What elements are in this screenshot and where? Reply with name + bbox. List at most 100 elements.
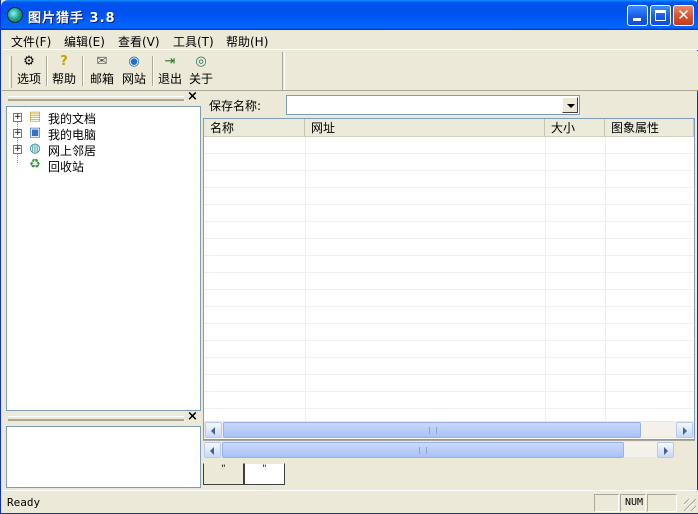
tree-item-my-documents[interactable]: + ▤ 我的文档 <box>7 109 187 126</box>
scroll-thumb[interactable] <box>222 442 624 458</box>
folder-tree[interactable]: + ▤ 我的文档 + ▣ 我的电脑 + ◍ 网上邻居 ♻ 回收站 <box>6 106 201 411</box>
image-list-pane: 保存名称: 名称 网址 大小 图象属性 <box>203 93 695 440</box>
table-row <box>204 205 694 222</box>
table-row <box>204 137 694 154</box>
strip-horizontal-scrollbar[interactable] <box>203 441 675 458</box>
tab-first[interactable]: " <box>203 463 244 485</box>
save-name-row: 保存名称: <box>203 93 695 118</box>
expand-icon[interactable]: + <box>13 113 22 122</box>
menu-view[interactable]: 查看(V) <box>118 33 160 50</box>
options-button[interactable]: ⚙ 选项 <box>13 54 45 90</box>
mail-icon: ✉ <box>96 54 108 69</box>
computer-icon: ▣ <box>28 125 42 140</box>
table-row <box>204 341 694 358</box>
pane-grip-line <box>8 99 184 100</box>
thumbnail-strip <box>203 440 695 462</box>
preview-area <box>6 426 201 488</box>
scroll-right-button[interactable] <box>676 422 693 438</box>
about-button[interactable]: ◎ 关于 <box>185 54 217 90</box>
tree-item-my-computer[interactable]: + ▣ 我的电脑 <box>7 125 187 142</box>
website-label: 网站 <box>121 72 146 86</box>
website-icon: ◉ <box>128 54 140 69</box>
list-horizontal-scrollbar[interactable] <box>204 421 694 438</box>
exit-label: 退出 <box>157 72 182 86</box>
app-globe-icon <box>7 7 23 23</box>
expand-icon[interactable]: + <box>13 129 22 138</box>
minimize-icon <box>633 18 641 21</box>
recycle-bin-icon: ♻ <box>29 157 41 172</box>
table-row <box>204 273 694 290</box>
expand-icon[interactable]: + <box>13 145 22 154</box>
table-row <box>204 307 694 324</box>
close-pane-icon[interactable]: × <box>187 410 198 424</box>
save-name-combo[interactable] <box>286 95 580 115</box>
table-row <box>204 290 694 307</box>
status-text: Ready <box>7 496 41 509</box>
grid-line <box>605 137 606 421</box>
scroll-right-button[interactable] <box>657 442 674 458</box>
grid-line <box>545 137 546 421</box>
combo-dropdown-button[interactable] <box>562 97 578 113</box>
tree-item-label: 回收站 <box>48 160 85 174</box>
menu-edit[interactable]: 编辑(E) <box>64 33 105 50</box>
website-button[interactable]: ◉ 网站 <box>118 54 150 90</box>
scroll-thumb[interactable] <box>223 422 641 438</box>
options-label: 选项 <box>16 72 41 86</box>
table-row <box>204 239 694 256</box>
toolbar-grip[interactable] <box>9 56 12 88</box>
toolbar-separator <box>82 56 84 86</box>
pane-grip-line <box>8 419 184 420</box>
menu-tools[interactable]: 工具(T) <box>173 33 214 50</box>
preview-pane: × <box>6 410 201 488</box>
image-list[interactable]: 名称 网址 大小 图象属性 <box>203 118 695 440</box>
app-window: 图片猎手 3.8 ✕ 文件(F) 编辑(E) 查看(V) 工具(T) 帮助(H)… <box>0 0 698 514</box>
status-bar: Ready NUM <box>2 490 698 513</box>
folder-pane: × + ▤ 我的文档 + ▣ 我的电脑 + ◍ 网上邻居 ♻ 回收站 <box>6 90 201 411</box>
menu-file[interactable]: 文件(F) <box>11 33 51 50</box>
maximize-button[interactable] <box>650 5 671 26</box>
resize-grip-icon[interactable] <box>684 499 696 511</box>
scroll-left-button[interactable] <box>205 422 222 438</box>
title-bar[interactable]: 图片猎手 3.8 ✕ <box>1 0 698 30</box>
grid-line <box>305 137 306 421</box>
table-row <box>204 188 694 205</box>
arrow-right-icon <box>683 427 687 435</box>
status-num-indicator: NUM <box>620 494 646 512</box>
table-row <box>204 222 694 239</box>
window-title: 图片猎手 3.8 <box>28 11 116 26</box>
close-pane-icon[interactable]: × <box>187 90 198 104</box>
close-button[interactable]: ✕ <box>673 5 694 26</box>
menu-help[interactable]: 帮助(H) <box>226 33 268 50</box>
tree-item-recycle-bin[interactable]: ♻ 回收站 <box>7 157 187 174</box>
arrow-left-icon <box>210 447 214 455</box>
toolbar: ⚙ 选项 ? 帮助 ✉ 邮箱 ◉ 网站 ⇥ 退出 ◎ 关于 <box>2 51 698 91</box>
help-button[interactable]: ? 帮助 <box>48 54 80 90</box>
menu-bar: 文件(F) 编辑(E) 查看(V) 工具(T) 帮助(H) <box>2 30 698 50</box>
column-header-size[interactable]: 大小 <box>545 119 605 137</box>
column-header-properties[interactable]: 图象属性 <box>605 119 694 137</box>
tab-second[interactable]: " <box>244 463 285 485</box>
scroll-left-button[interactable] <box>204 442 221 458</box>
close-icon: ✕ <box>677 6 690 24</box>
exit-icon: ⇥ <box>164 54 176 69</box>
toolbar-band: ⚙ 选项 ? 帮助 ✉ 邮箱 ◉ 网站 ⇥ 退出 ◎ 关于 <box>5 52 283 90</box>
mail-label: 邮箱 <box>89 72 114 86</box>
column-header-url[interactable]: 网址 <box>305 119 545 137</box>
exit-button[interactable]: ⇥ 退出 <box>154 54 186 90</box>
about-label: 关于 <box>188 72 213 86</box>
table-row <box>204 358 694 375</box>
table-row <box>204 375 694 392</box>
mail-button[interactable]: ✉ 邮箱 <box>86 54 118 90</box>
table-row <box>204 256 694 273</box>
folder-pane-header[interactable]: × <box>6 90 201 105</box>
maximize-icon <box>655 10 666 21</box>
tree-item-network[interactable]: + ◍ 网上邻居 <box>7 141 187 158</box>
scroll-grip <box>429 427 437 434</box>
folder-icon: ▤ <box>28 109 42 124</box>
tab-label: " <box>262 464 267 474</box>
arrow-right-icon <box>664 447 668 455</box>
table-row <box>204 171 694 188</box>
minimize-button[interactable] <box>627 5 648 26</box>
column-header-name[interactable]: 名称 <box>204 119 305 137</box>
preview-pane-header[interactable]: × <box>6 410 201 425</box>
